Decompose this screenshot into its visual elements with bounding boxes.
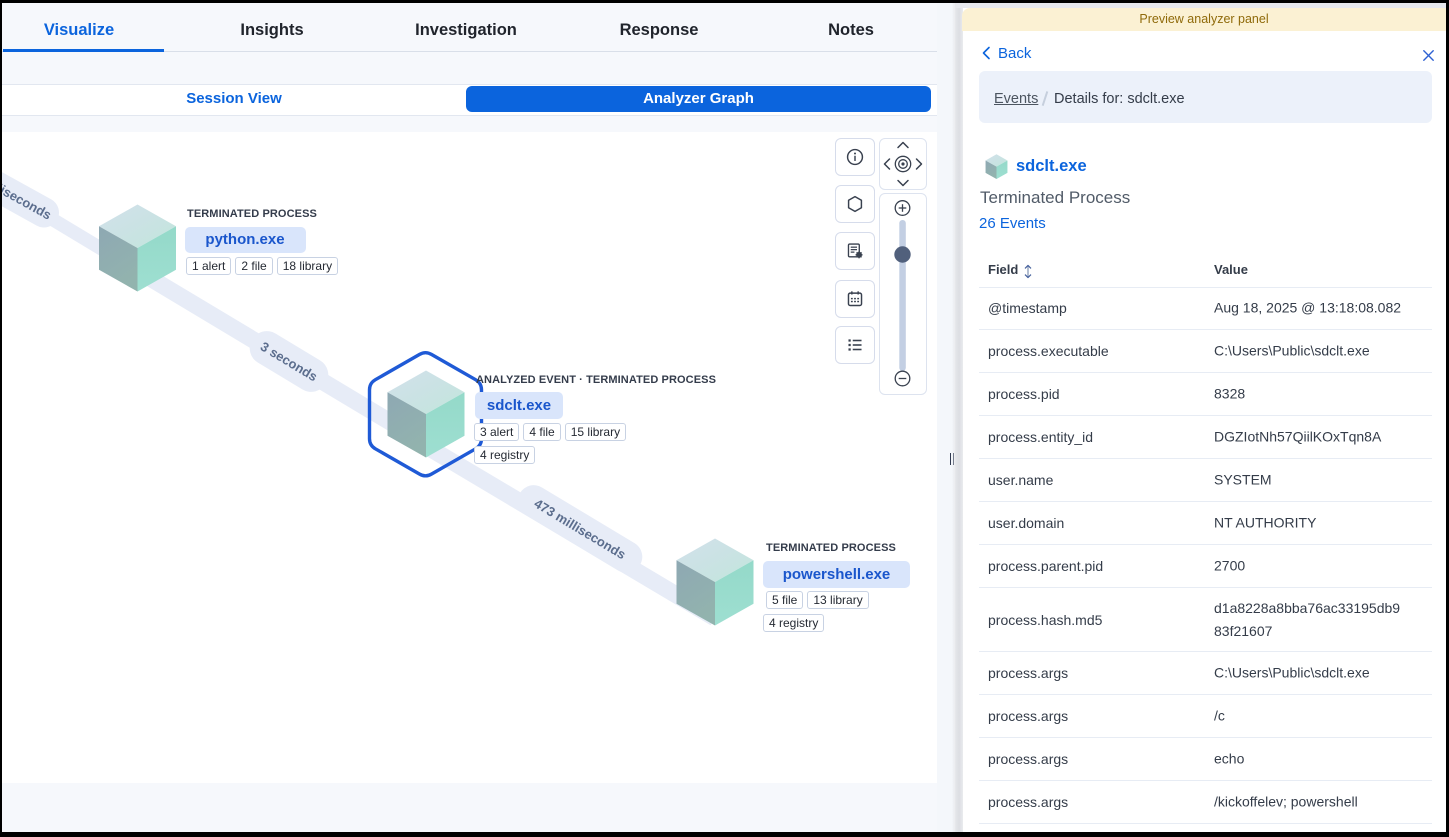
svg-text:473 milliseconds: 473 milliseconds <box>532 496 629 562</box>
